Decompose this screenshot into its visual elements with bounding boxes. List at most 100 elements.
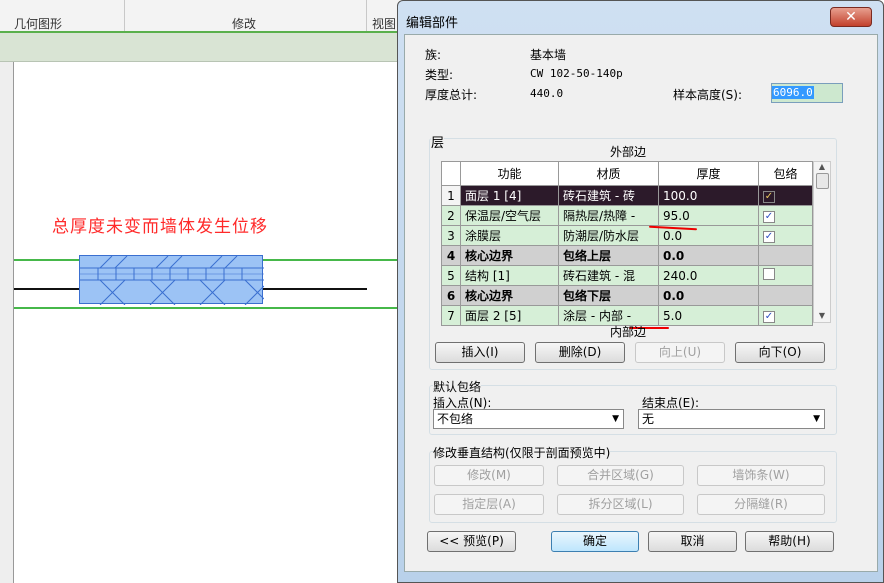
dialog-title: 编辑部件 [406, 16, 459, 31]
sweeps-button[interactable]: 墙饰条(W) [697, 465, 825, 486]
thickness-cell[interactable]: 0.0 [658, 285, 759, 306]
wraps-cell[interactable] [758, 245, 813, 266]
ok-button[interactable]: 确定 [551, 531, 639, 552]
material-cell[interactable]: 包络下层 [558, 285, 659, 306]
help-button[interactable]: 帮助(H) [745, 531, 834, 552]
thickness-cell[interactable]: 5.0 [658, 305, 759, 326]
material-cell[interactable]: 隔热层/热障 - [558, 205, 659, 226]
column-header-wraps[interactable]: 包络 [758, 161, 813, 186]
scrollbar[interactable] [0, 62, 14, 583]
function-cell[interactable]: 结构 [1] [460, 265, 559, 286]
layers-group-label: 层 [431, 132, 445, 151]
chevron-down-icon: ▼ [813, 414, 820, 424]
row-number[interactable]: 7 [441, 305, 461, 326]
function-cell[interactable]: 涂膜层 [460, 225, 559, 246]
ribbon-panel-view[interactable]: 视图 [372, 15, 396, 32]
sample-height-input[interactable]: 6096.0 [771, 83, 843, 103]
split-region-button[interactable]: 拆分区域(L) [557, 494, 684, 515]
end-point-select[interactable]: 无 ▼ [638, 409, 825, 429]
wraps-cell[interactable]: ✓ [758, 205, 813, 226]
sample-height-value: 6096.0 [772, 86, 814, 99]
exterior-side-label: 外部边 [610, 145, 647, 159]
function-cell[interactable]: 核心边界 [460, 285, 559, 306]
material-cell[interactable]: 砖石建筑 - 砖 [558, 185, 659, 206]
preview-button[interactable]: << 预览(P) [427, 531, 516, 552]
delete-button[interactable]: 删除(D) [535, 342, 625, 363]
scroll-up-icon[interactable]: ▲ [814, 162, 830, 171]
reference-line [14, 307, 400, 309]
function-cell[interactable]: 面层 1 [4] [460, 185, 559, 206]
modify-button[interactable]: 修改(M) [434, 465, 544, 486]
column-header-thickness[interactable]: 厚度 [658, 161, 759, 186]
table-scrollbar[interactable]: ▲ ▼ [813, 161, 831, 323]
layer-row[interactable]: 3 涂膜层 防潮层/防水层 0.0 ✓ [441, 225, 813, 246]
material-cell[interactable]: 砖石建筑 - 混 [558, 265, 659, 286]
move-down-button[interactable]: 向下(O) [735, 342, 825, 363]
wraps-cell[interactable]: ✓ [758, 225, 813, 246]
function-cell[interactable]: 保温层/空气层 [460, 205, 559, 226]
column-header-material[interactable]: 材质 [558, 161, 659, 186]
interior-side-label: 内部边 [610, 325, 647, 339]
wraps-checkbox[interactable]: ✓ [763, 231, 775, 243]
options-bar [0, 33, 400, 62]
scroll-thumb[interactable] [815, 173, 829, 189]
layer-row[interactable]: 1 面层 1 [4] 砖石建筑 - 砖 100.0 ✓ [441, 185, 813, 206]
divider [366, 0, 367, 31]
scroll-down-icon[interactable]: ▼ [814, 311, 830, 320]
thickness-cell[interactable]: 100.0 [658, 185, 759, 206]
row-header-corner [441, 161, 461, 186]
sample-height-label: 样本高度(S): [673, 88, 743, 102]
wraps-checkbox[interactable]: ✓ [763, 211, 775, 223]
thickness-cell[interactable]: 0.0 [658, 245, 759, 266]
end-point-value: 无 [642, 412, 655, 426]
edit-assembly-dialog: 编辑部件 ✕ 族: 基本墙 类型: CW 102-50-140p 厚度总计: 4… [397, 0, 884, 583]
total-thickness-value: 440.0 [530, 87, 564, 100]
thickness-cell[interactable]: 240.0 [658, 265, 759, 286]
assign-layers-button[interactable]: 指定层(A) [434, 494, 544, 515]
ribbon-panel-geometry[interactable]: 几何图形 [14, 15, 62, 32]
type-label: 类型: [425, 68, 454, 82]
merge-regions-button[interactable]: 合并区域(G) [557, 465, 684, 486]
wraps-cell[interactable]: ✓ [758, 305, 813, 326]
ribbon: 几何图形 修改 视图 [0, 0, 400, 33]
dialog-body: 族: 基本墙 类型: CW 102-50-140p 厚度总计: 440.0 样本… [404, 34, 878, 572]
wraps-cell[interactable] [758, 265, 813, 286]
type-value: CW 102-50-140p [530, 67, 623, 80]
chevron-down-icon: ▼ [612, 414, 619, 424]
row-number[interactable]: 1 [441, 185, 461, 206]
wall-section[interactable] [79, 255, 264, 305]
row-number[interactable]: 2 [441, 205, 461, 226]
family-value: 基本墙 [530, 48, 567, 62]
row-number[interactable]: 6 [441, 285, 461, 306]
layer-row[interactable]: 2 保温层/空气层 隔热层/热障 -95.0 ✓ [441, 205, 813, 226]
annotation-text: 总厚度未变而墙体发生位移 [52, 217, 268, 237]
row-number[interactable]: 3 [441, 225, 461, 246]
insert-point-select[interactable]: 不包络 ▼ [433, 409, 624, 429]
thickness-cell[interactable]: 95.0 [658, 205, 759, 226]
row-number[interactable]: 4 [441, 245, 461, 266]
insert-button[interactable]: 插入(I) [435, 342, 525, 363]
move-up-button[interactable]: 向上(U) [635, 342, 725, 363]
close-icon[interactable]: ✕ [830, 7, 872, 27]
wraps-cell[interactable] [758, 285, 813, 306]
column-header-function[interactable]: 功能 [460, 161, 559, 186]
layers-table: 功能 材质 厚度 包络 1 面层 1 [4] 砖石建筑 - 砖 100.0 ✓ 2 保温层/… [441, 161, 813, 326]
function-cell[interactable]: 面层 2 [5] [460, 305, 559, 326]
reveals-button[interactable]: 分隔缝(R) [697, 494, 825, 515]
wraps-checkbox[interactable] [763, 268, 775, 280]
cancel-button[interactable]: 取消 [648, 531, 737, 552]
material-cell[interactable]: 包络上层 [558, 245, 659, 266]
function-cell[interactable]: 核心边界 [460, 245, 559, 266]
wraps-checkbox[interactable]: ✓ [763, 311, 775, 323]
vertical-structure-label: 修改垂直结构(仅限于剖面预览中) [433, 444, 611, 461]
wraps-checkbox[interactable]: ✓ [763, 191, 775, 203]
divider [124, 0, 125, 31]
insert-point-value: 不包络 [437, 412, 474, 426]
wraps-cell[interactable]: ✓ [758, 185, 813, 206]
ribbon-panel-modify[interactable]: 修改 [232, 15, 256, 32]
material-cell[interactable]: 防潮层/防水层 [558, 225, 659, 246]
layer-row[interactable]: 4 核心边界 包络上层 0.0 [441, 245, 813, 266]
layer-row[interactable]: 6 核心边界 包络下层 0.0 [441, 285, 813, 306]
row-number[interactable]: 5 [441, 265, 461, 286]
layer-row[interactable]: 5 结构 [1] 砖石建筑 - 混 240.0 [441, 265, 813, 286]
